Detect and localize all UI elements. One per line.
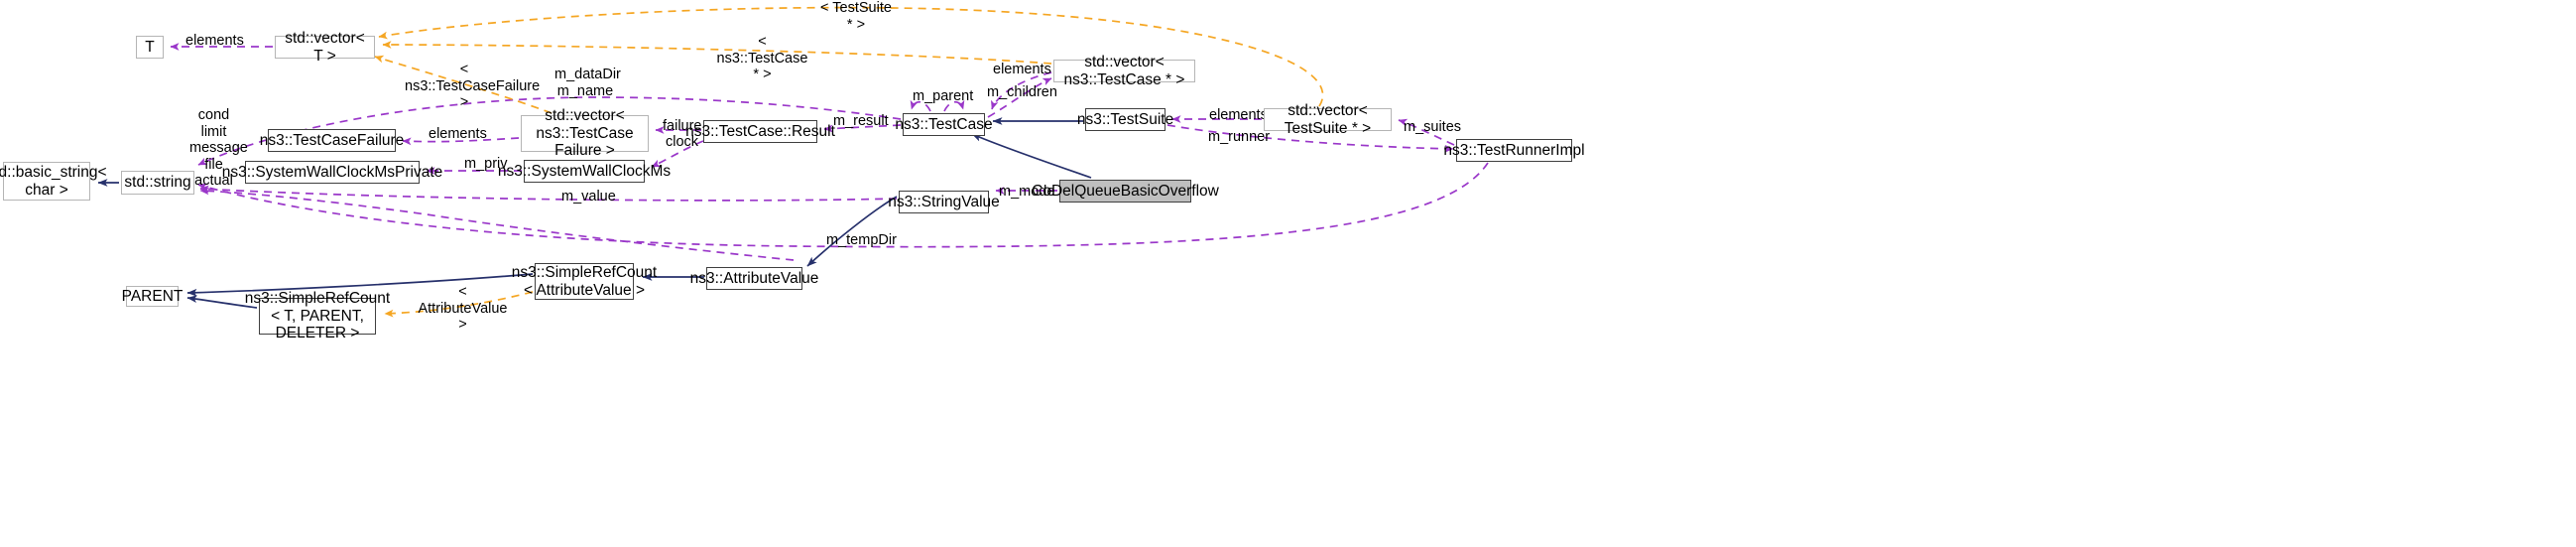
edge-label-lbl-m-parent: m_parent — [913, 88, 974, 104]
edge-label-lbl-elements-tcf: elements — [429, 126, 487, 142]
edge-label-lbl-attributevalue: < AttributeValue > — [418, 284, 508, 334]
class-node-vector_tcfailure[interactable]: std::vector< ns3::TestCase Failure > — [521, 107, 649, 159]
edge-label-lbl-m-children: m_children — [987, 84, 1057, 100]
class-node-attributevalue[interactable]: ns3::AttributeValue — [690, 267, 818, 290]
class-node-codelqueue[interactable]: CoDelQueueBasicOverflow — [1032, 180, 1219, 203]
edge-label-lbl-m-datadir-name: m_dataDir m_name — [554, 67, 621, 99]
class-node-vector_T[interactable]: std::vector< T > — [275, 30, 375, 65]
edge-label-lbl-m-value: m_value — [561, 189, 616, 205]
class-node-testsuite[interactable]: ns3::TestSuite — [1077, 108, 1173, 131]
class-node-basic_string[interactable]: std::basic_string< char > — [0, 162, 107, 201]
class-node-vector_ts_ptr[interactable]: std::vector< TestSuite * > — [1264, 102, 1392, 137]
class-node-testrunnerimpl[interactable]: ns3::TestRunnerImpl — [1443, 139, 1585, 162]
collaboration-diagram: std::basic_string< char > std::string Tstd… — [0, 0, 2576, 547]
edge-label-lbl-m-result: m_result — [833, 113, 889, 129]
diagram-edges — [97, 6, 1489, 318]
class-node-simplerefcount_tpd[interactable]: ns3::SimpleRefCount < T, PARENT, DELETER… — [245, 290, 390, 342]
class-node-parent[interactable]: PARENT — [122, 286, 183, 307]
edge-label-lbl-ns3-tc-ptr: < ns3::TestCase * > — [716, 34, 808, 83]
class-node-string[interactable]: std::string — [121, 171, 194, 195]
edge-label-lbl-m-runner: m_runner — [1208, 129, 1271, 145]
edge-label-lbl-m-tempdir: m_tempDir — [826, 232, 897, 248]
class-node-stringvalue[interactable]: ns3::StringValue — [888, 191, 1000, 213]
class-node-syswallclockmspriv[interactable]: ns3::SystemWallClockMsPrivate — [222, 161, 442, 184]
class-node-testcase[interactable]: ns3::TestCase — [895, 113, 993, 136]
edge-label-lbl-elements-ts: elements — [1209, 107, 1268, 123]
edge-label-lbl-elements-T: elements — [185, 33, 244, 49]
edge-label-lbl-testsuite-ptr-top: < TestSuite * > — [820, 0, 892, 33]
edge-label-lbl-m-priv: m_priv — [464, 156, 508, 172]
class-node-tc_result[interactable]: ns3::TestCase::Result — [685, 120, 835, 143]
class-node-testcasefailure[interactable]: ns3::TestCaseFailure — [260, 129, 404, 152]
class-node-syswallclockms[interactable]: ns3::SystemWallClockMs — [498, 160, 671, 183]
edge-label-lbl-elements-tc: elements — [993, 62, 1051, 77]
edge-label-lbl-m-suites: m_suites — [1404, 119, 1462, 135]
class-node-simplerefcount_av[interactable]: ns3::SimpleRefCount < AttributeValue > — [512, 263, 657, 300]
class-node-vector_tc_ptr[interactable]: std::vector< ns3::TestCase * > — [1053, 54, 1195, 88]
class-node-T[interactable]: T — [136, 36, 164, 59]
edge-label-lbl-ns3-tcfailure: < ns3::TestCaseFailure > — [405, 62, 541, 111]
